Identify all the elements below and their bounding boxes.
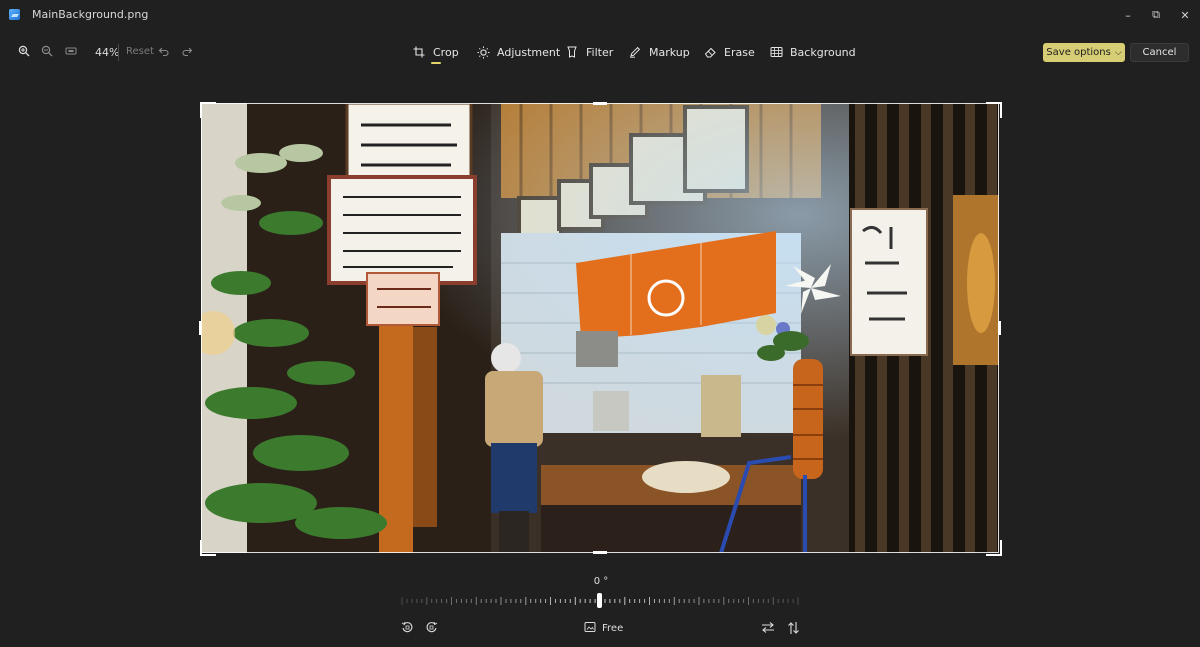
zoom-toolbar: 44% Reset [10,40,198,66]
redo-icon[interactable] [181,45,193,60]
zoom-in-icon[interactable] [18,45,30,60]
flip-horizontal-icon[interactable] [761,621,775,634]
zoom-level[interactable]: 44% [95,46,119,59]
window-title: MainBackground.png [32,8,149,21]
rotate-right-icon[interactable] [425,621,438,634]
crop-handle-top[interactable] [593,102,607,105]
save-options-button[interactable]: Save options ⌵ [1043,43,1125,62]
flip-vertical-icon[interactable] [787,621,800,635]
photo-canvas[interactable] [201,103,999,553]
zoom-out-icon[interactable] [41,45,53,60]
title-bar: MainBackground.png – ⧉ ✕ [0,0,1200,30]
crop-handle-bottom[interactable] [593,551,607,554]
crop-handle-top-right[interactable] [986,102,1002,118]
tab-crop[interactable]: Crop [412,40,459,64]
filter-icon [565,45,579,59]
tab-erase[interactable]: Erase [703,40,755,64]
rotate-left-icon[interactable] [401,621,414,634]
tab-label: Filter [586,45,614,59]
eraser-icon [703,45,717,59]
fit-to-window-icon[interactable] [65,45,77,60]
brightness-icon [476,45,490,59]
chevron-down-icon: ⌵ [1114,47,1122,58]
crop-handle-bottom-right[interactable] [986,540,1002,556]
tab-label: Crop [433,45,459,59]
crop-handle-left[interactable] [199,321,202,335]
pen-icon [628,45,642,59]
photo-image [201,103,999,553]
minimize-button[interactable]: – [1115,5,1141,25]
photos-app-icon [9,9,20,20]
close-button[interactable]: ✕ [1172,5,1198,25]
restore-button[interactable]: ⧉ [1143,5,1169,25]
save-options-label: Save options [1046,47,1111,58]
tab-label: Background [790,45,856,59]
crop-icon [412,45,426,59]
cancel-button[interactable]: Cancel [1130,43,1189,62]
selected-tab-indicator [431,62,441,64]
crop-handle-top-left[interactable] [200,102,216,118]
tab-filter[interactable]: Filter [565,40,613,64]
tab-label: Adjustment [497,45,561,59]
tab-label: Markup [649,45,690,59]
crop-handle-bottom-left[interactable] [200,540,216,556]
reset-button[interactable]: Reset [126,46,154,57]
background-icon [769,45,783,59]
toolbar-divider [118,44,119,61]
angle-readout: 0 ° [593,576,609,587]
undo-icon[interactable] [158,45,170,60]
tab-label: Erase [724,45,755,59]
aspect-ratio-button[interactable]: Free [584,621,623,636]
tab-adjustment[interactable]: Adjustment [476,40,560,64]
tab-markup[interactable]: Markup [628,40,690,64]
crop-handle-right[interactable] [998,321,1001,335]
tab-background[interactable]: Background [769,40,856,64]
aspect-ratio-icon [584,621,596,636]
straighten-slider-thumb[interactable] [597,593,602,608]
aspect-ratio-label: Free [602,623,624,634]
